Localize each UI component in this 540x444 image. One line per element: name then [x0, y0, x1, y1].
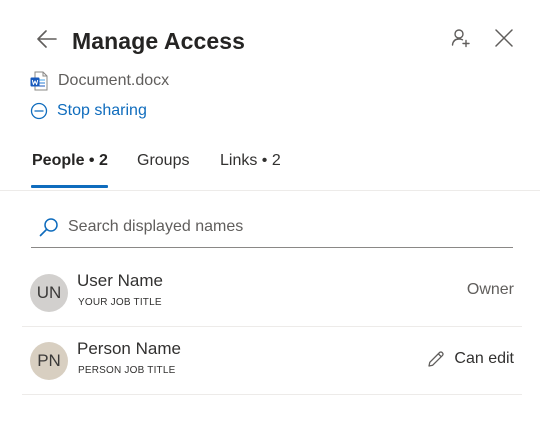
tab-links[interactable]: Links • 2	[220, 152, 281, 182]
active-tab-indicator	[31, 185, 108, 188]
search-box[interactable]	[31, 206, 513, 248]
tab-bar: People • 2 Groups Links • 2	[0, 144, 540, 191]
file-name: Document.docx	[58, 72, 170, 89]
stop-sharing-link[interactable]: Stop sharing	[30, 100, 147, 122]
pencil-icon	[427, 350, 445, 368]
stop-sharing-label: Stop sharing	[57, 102, 147, 119]
person-add-icon	[451, 28, 471, 53]
person-row-user-name[interactable]: UN User Name YOUR JOB TITLE Owner	[22, 259, 522, 327]
person-job-title: YOUR JOB TITLE	[78, 297, 162, 308]
arrow-left-icon	[37, 29, 57, 53]
search-input[interactable]	[68, 217, 488, 236]
back-button[interactable]	[34, 28, 60, 54]
search-icon	[39, 217, 59, 237]
manage-access-panel: Manage Access Document.docx Stop sharing…	[0, 0, 540, 444]
file-info: Document.docx	[30, 70, 169, 92]
minus-circle-icon	[30, 102, 48, 120]
word-document-icon	[30, 71, 48, 91]
avatar: UN	[30, 274, 68, 312]
avatar: PN	[30, 342, 68, 380]
close-button[interactable]	[491, 27, 517, 53]
person-name: Person Name	[77, 339, 181, 358]
person-name: User Name	[77, 271, 163, 290]
person-row-person-name[interactable]: PN Person Name PERSON JOB TITLE Can edit	[22, 327, 522, 395]
permission-label: Can edit	[454, 350, 514, 367]
add-person-button[interactable]	[448, 27, 474, 53]
close-icon	[495, 28, 513, 52]
tab-people[interactable]: People • 2	[32, 152, 108, 182]
permission-dropdown[interactable]: Can edit	[427, 346, 514, 372]
role-label: Owner	[466, 281, 514, 298]
person-job-title: PERSON JOB TITLE	[78, 365, 176, 376]
page-title: Manage Access	[72, 28, 246, 54]
tab-groups[interactable]: Groups	[137, 152, 189, 182]
